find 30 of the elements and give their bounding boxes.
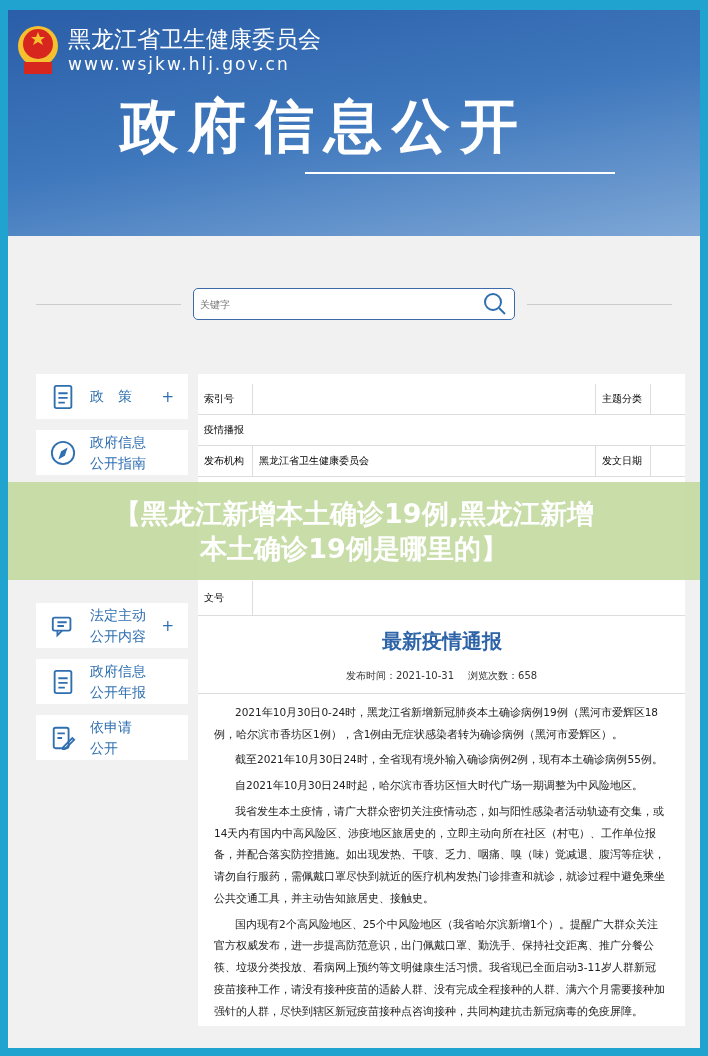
compass-icon bbox=[50, 439, 76, 466]
site-url: www.wsjkw.hlj.gov.cn bbox=[68, 53, 291, 74]
sidebar-item[interactable]: 政府信息 公开指南 bbox=[36, 430, 188, 475]
emblem-icon bbox=[16, 24, 60, 76]
article-paragraph: 2021年10月30日0-24时，黑龙江省新增新冠肺炎本土确诊病例19例（黑河市爱辉区18例，哈尔滨市香坊区1例），含1例由无症状感染者转为确诊病例（黑河市爱辉区）。 bbox=[214, 705, 659, 742]
sidebar-item[interactable]: 依申请 公开 bbox=[36, 715, 188, 760]
table-cell: 疫情播报 bbox=[198, 414, 685, 446]
edit-icon bbox=[50, 724, 76, 751]
sidebar-item[interactable]: 政 策 + bbox=[36, 374, 188, 419]
sidebar-item[interactable]: 政府信息 公开年报 bbox=[36, 659, 188, 704]
search-icon[interactable] bbox=[483, 292, 507, 316]
article-paragraph: 截至2021年10月30日24时，全省现有境外输入确诊病例2例，现有本土确诊病例55例。 bbox=[234, 752, 664, 768]
article-paragraph: 自2021年10月30日24时起，哈尔滨市香坊区恒大时代广场一期调整为中风险地区。 bbox=[234, 778, 644, 794]
table-cell: 主题分类 bbox=[595, 384, 651, 415]
headline-text: 【黑龙江新增本土确诊19例,黑龙江新增 bbox=[114, 496, 594, 531]
article-paragraph: 国内现有2个高风险地区、25个中风险地区（我省哈尔滨新增1个）。提醒广大群众关注官方权威发布，进一步提高防范意识，出门佩戴口罩、勤洗手、保持社交距离、推广分餐公筷、垃圾分类投放、看病网上预约等文明健康生活习惯。我省现已全面启动3-11岁人群新冠疫苗接种工作，请没有接种疫苗的适龄人群、没有完成全程接种的人群、满六个月需要接种加强针的人群，尽快到辖区新冠疫苗接种点咨询接种，共同构建抗击新冠病毒的免疫屏障。 bbox=[214, 916, 665, 1019]
table-cell: 索引号 bbox=[198, 384, 253, 415]
table-cell: 黑龙江省卫生健康委员会 bbox=[252, 445, 596, 477]
publish-time: 发布时间：2021-10-31 bbox=[345, 669, 454, 683]
table-cell: 发布机构 bbox=[198, 445, 253, 477]
search-field[interactable]: 关键字 bbox=[193, 288, 515, 320]
table-cell: 文号 bbox=[198, 581, 253, 616]
article-title: 最新疫情通报 bbox=[380, 628, 503, 655]
article-paragraph: 我省发生本土疫情，请广大群众密切关注疫情动态，如与阳性感染者活动轨迹有交集，或14天内有国内中高风险区、涉疫地区旅居史的，立即主动向所在社区（村屯）、工作单位报备，并配合落实防控措施。如出现发热、干咳、乏力、咽痛、嗅（味）觉减退、腹泻等症状，请勿自行服药，需佩戴口罩尽快到就近的医疗机构发热门诊排查和就诊，就诊过程中避免乘坐公共交通工具，并主动告知旅居史、接触史。 bbox=[214, 803, 665, 906]
org-name: 黑龙江省卫生健康委员会 bbox=[68, 26, 321, 54]
sidebar-item[interactable]: 法定主动 公开内容 + bbox=[36, 603, 188, 648]
headline-text: 本土确诊19例是哪里的】 bbox=[200, 532, 508, 566]
view-count: 浏览次数：658 bbox=[468, 669, 538, 683]
page-title: 政府信息公开 bbox=[118, 91, 529, 162]
table-cell: 发文日期 bbox=[595, 445, 651, 477]
